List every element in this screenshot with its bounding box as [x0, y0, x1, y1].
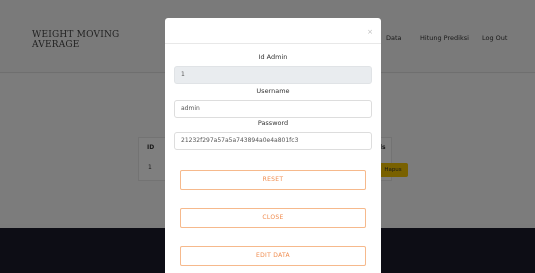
- id-admin-field[interactable]: 1: [174, 66, 372, 84]
- username-field[interactable]: admin: [174, 100, 372, 118]
- edit-admin-modal: × Id Admin 1 Username admin Password 212…: [165, 18, 381, 273]
- password-label: Password: [257, 119, 289, 127]
- modal-header-divider: [165, 43, 381, 44]
- reset-button[interactable]: RESET: [180, 170, 366, 190]
- username-label: Username: [256, 87, 290, 95]
- id-admin-label: Id Admin: [258, 53, 288, 61]
- password-field[interactable]: 21232f297a57a5a743894a0e4a801fc3: [174, 132, 372, 150]
- close-button[interactable]: CLOSE: [180, 208, 366, 228]
- edit-data-button[interactable]: EDIT DATA: [180, 246, 366, 266]
- close-icon[interactable]: ×: [367, 28, 373, 36]
